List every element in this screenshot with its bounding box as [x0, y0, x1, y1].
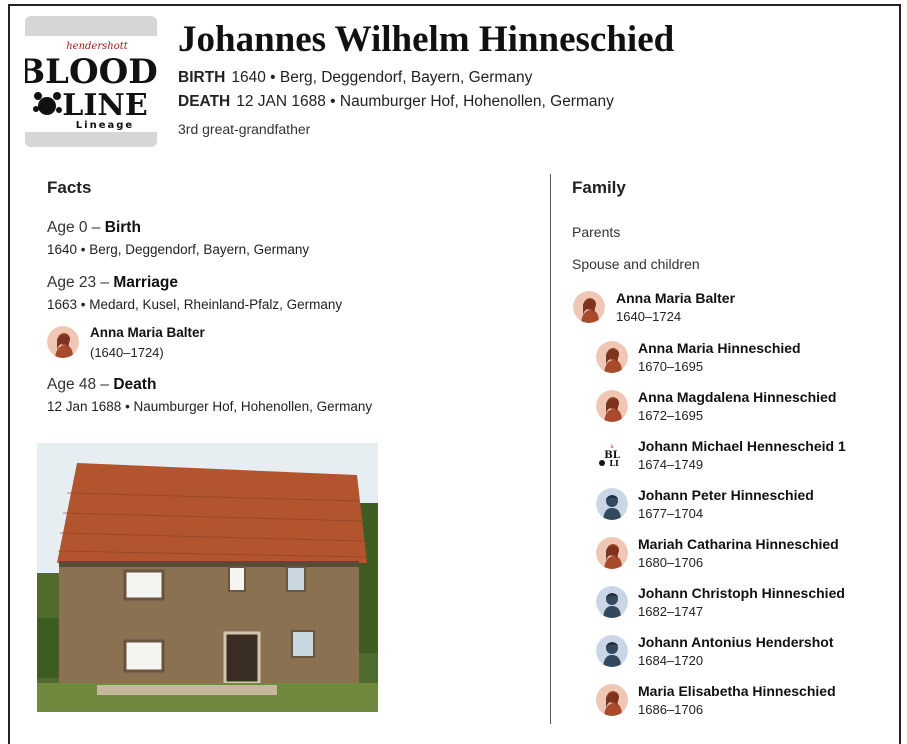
female-avatar-icon[interactable]: [596, 341, 628, 373]
child-name[interactable]: Maria Elisabetha Hinneschied: [638, 683, 836, 699]
death-label: DEATH: [178, 93, 231, 110]
fact-death[interactable]: Age 48 – Death: [47, 376, 156, 394]
child-dates: 1672–1695: [638, 408, 704, 423]
bloodline-logo: hendershott BLOOD LINE Lineage: [25, 36, 157, 132]
fact-marriage[interactable]: Age 23 – Marriage: [47, 274, 178, 292]
fact-age: Age 23 –: [47, 274, 114, 291]
female-avatar-icon[interactable]: [596, 390, 628, 422]
spouse-dates: 1640–1724: [616, 309, 682, 324]
child-name[interactable]: Johann Michael Hennescheid 1: [638, 438, 846, 454]
parents-label: Parents: [572, 224, 621, 240]
profile-photo[interactable]: hendershott BLOOD LINE Lineage: [25, 16, 157, 147]
logo-line-text: LINE: [62, 88, 147, 123]
house-photo[interactable]: [37, 443, 378, 712]
death-value: 12 JAN 1688 • Naumburger Hof, Hohenollen…: [236, 93, 614, 110]
fact-marriage-detail: 1663 • Medard, Kusel, Rheinland-Pfalz, G…: [47, 297, 343, 312]
fact-birth-detail: 1640 • Berg, Deggendorf, Bayern, Germany: [47, 242, 310, 257]
fact-event: Birth: [104, 219, 141, 236]
fact-spouse-name[interactable]: Anna Maria Balter: [90, 325, 205, 340]
male-avatar-icon[interactable]: [596, 488, 628, 520]
child-name[interactable]: Johann Christoph Hinneschied: [638, 585, 845, 601]
child-name[interactable]: Anna Magdalena Hinneschied: [638, 389, 836, 405]
person-name: Johannes Wilhelm Hinneschied: [178, 19, 675, 60]
male-avatar-icon[interactable]: [596, 635, 628, 667]
birth-value: 1640 • Berg, Deggendorf, Bayern, Germany: [231, 69, 533, 86]
logo-avatar-icon[interactable]: h BL LI: [596, 439, 628, 471]
svg-text:LI: LI: [609, 458, 619, 468]
fact-age: Age 48 –: [47, 376, 114, 393]
child-dates: 1684–1720: [638, 653, 704, 668]
logo-bottom-text: Lineage: [76, 120, 134, 131]
facts-heading: Facts: [47, 178, 92, 197]
child-dates: 1686–1706: [638, 702, 704, 717]
female-avatar-icon[interactable]: [47, 326, 79, 358]
fact-event: Marriage: [113, 274, 178, 291]
child-name[interactable]: Anna Maria Hinneschied: [638, 340, 801, 356]
birth-line: BIRTH 1640 • Berg, Deggendorf, Bayern, Ge…: [178, 69, 532, 87]
child-name[interactable]: Johann Antonius Hendershot: [638, 634, 833, 650]
child-name[interactable]: Johann Peter Hinneschied: [638, 487, 814, 503]
relationship: 3rd great-grandfather: [178, 121, 311, 137]
fact-death-detail: 12 Jan 1688 • Naumburger Hof, Hohenollen…: [47, 399, 373, 414]
fact-event: Death: [113, 376, 157, 393]
column-divider: [550, 174, 551, 724]
female-avatar-icon[interactable]: [573, 291, 605, 323]
fact-age: Age 0 –: [47, 219, 105, 236]
child-dates: 1682–1747: [638, 604, 704, 619]
female-avatar-icon[interactable]: [596, 684, 628, 716]
fact-spouse-dates: (1640–1724): [90, 345, 164, 360]
logo-top-text: hendershott: [66, 41, 129, 52]
fact-birth[interactable]: Age 0 – Birth: [47, 219, 141, 237]
death-line: DEATH 12 JAN 1688 • Naumburger Hof, Hohen…: [178, 93, 614, 111]
spouse-name[interactable]: Anna Maria Balter: [616, 290, 735, 306]
female-avatar-icon[interactable]: [596, 537, 628, 569]
child-dates: 1677–1704: [638, 506, 704, 521]
family-heading: Family: [572, 178, 626, 197]
male-avatar-icon[interactable]: [596, 586, 628, 618]
child-name[interactable]: Mariah Catharina Hinneschied: [638, 536, 839, 552]
birth-label: BIRTH: [178, 69, 226, 86]
child-dates: 1674–1749: [638, 457, 704, 472]
child-dates: 1680–1706: [638, 555, 704, 570]
spouse-children-label: Spouse and children: [572, 256, 700, 272]
logo-blood-text: BLOOD: [25, 52, 157, 92]
child-dates: 1670–1695: [638, 359, 704, 374]
